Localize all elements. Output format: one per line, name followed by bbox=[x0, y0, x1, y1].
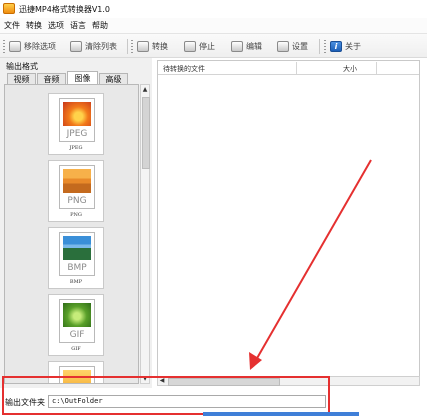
gif-file-icon: GIF bbox=[59, 299, 95, 343]
toolbar-separator bbox=[319, 39, 320, 54]
edit-button[interactable]: 编辑 bbox=[231, 39, 262, 54]
file-list[interactable] bbox=[157, 60, 420, 384]
format-list-scrollbar[interactable]: ▲ ▼ bbox=[140, 84, 150, 384]
settings-button[interactable]: 设置 bbox=[277, 39, 308, 54]
toolbar-separator bbox=[127, 39, 128, 54]
info-icon: i bbox=[330, 41, 342, 52]
about-button[interactable]: i 关于 bbox=[330, 39, 361, 54]
convert-label: 转换 bbox=[152, 42, 168, 51]
format-name: PNG bbox=[70, 212, 82, 218]
scroll-up-icon[interactable]: ▲ bbox=[141, 85, 149, 94]
menu-options[interactable]: 选项 bbox=[48, 20, 64, 31]
tab-image[interactable]: 图像 bbox=[67, 71, 98, 85]
toolbar-grip[interactable] bbox=[3, 40, 5, 53]
convert-button[interactable]: 转换 bbox=[137, 39, 168, 54]
output-format-title: 输出格式 bbox=[6, 62, 38, 71]
trash-icon bbox=[70, 41, 82, 52]
menu-file[interactable]: 文件 bbox=[4, 20, 20, 31]
menu-convert[interactable]: 转换 bbox=[26, 20, 42, 31]
remove-selected-label: 移除选项 bbox=[24, 42, 56, 51]
remove-selected-button[interactable]: 移除选项 bbox=[9, 39, 56, 54]
stop-button[interactable]: 停止 bbox=[184, 39, 215, 54]
scrollbar-thumb[interactable] bbox=[142, 97, 150, 169]
clear-list-label: 清除列表 bbox=[85, 42, 117, 51]
format-name: JPEG bbox=[69, 145, 83, 151]
toolbar-grip[interactable] bbox=[324, 40, 326, 53]
column-header-file[interactable]: 待转换的文件 bbox=[163, 64, 205, 74]
jpeg-file-icon: JPEG bbox=[59, 98, 95, 142]
format-list: JPEG JPEG PNG PNG BMP BMP GIF GIF bbox=[4, 84, 139, 384]
window-title: 迅捷MP4格式转换器V1.0 bbox=[19, 5, 111, 14]
toolbar: 移除选项 清除列表 转换 停止 编辑 设置 i 关于 bbox=[0, 33, 427, 58]
edit-icon bbox=[231, 41, 243, 52]
format-item-bmp[interactable]: BMP BMP bbox=[48, 227, 104, 289]
format-name: BMP bbox=[69, 279, 83, 285]
format-item-jpeg[interactable]: JPEG JPEG bbox=[48, 93, 104, 155]
column-header-size[interactable]: 大小 bbox=[343, 64, 357, 74]
toolbar-grip[interactable] bbox=[131, 40, 133, 53]
column-divider[interactable] bbox=[296, 62, 297, 74]
column-divider[interactable] bbox=[376, 62, 377, 74]
stop-icon bbox=[184, 41, 196, 52]
selection-strip bbox=[203, 412, 359, 416]
annotation-highlight-box bbox=[2, 376, 330, 415]
menu-help[interactable]: 帮助 bbox=[92, 20, 108, 31]
remove-icon bbox=[9, 41, 21, 52]
menu-bar: 文件 转换 选项 语言 帮助 bbox=[0, 18, 427, 33]
format-name: GIF bbox=[71, 346, 81, 352]
menu-language[interactable]: 语言 bbox=[70, 20, 86, 31]
stop-label: 停止 bbox=[199, 42, 215, 51]
app-icon bbox=[3, 3, 15, 14]
play-icon bbox=[137, 41, 149, 52]
about-label: 关于 bbox=[345, 42, 361, 51]
format-item-gif[interactable]: GIF GIF bbox=[48, 294, 104, 356]
bmp-file-icon: BMP bbox=[59, 232, 95, 276]
png-file-icon: PNG bbox=[59, 165, 95, 209]
settings-label: 设置 bbox=[292, 42, 308, 51]
clear-list-button[interactable]: 清除列表 bbox=[70, 39, 117, 54]
gear-icon bbox=[277, 41, 289, 52]
edit-label: 编辑 bbox=[246, 42, 262, 51]
format-item-png[interactable]: PNG PNG bbox=[48, 160, 104, 222]
